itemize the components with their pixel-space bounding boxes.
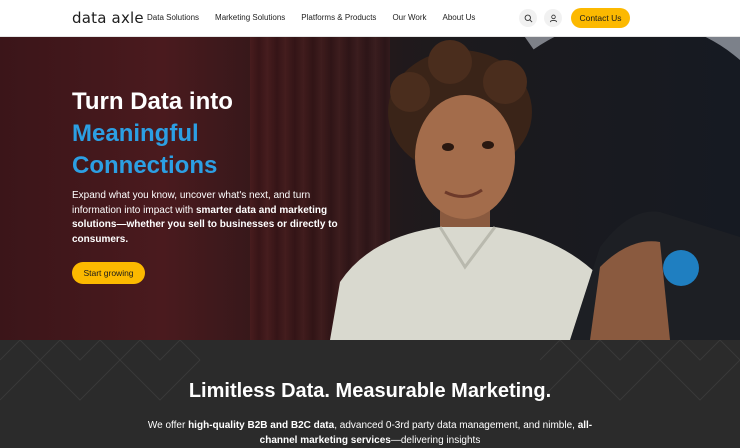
main-menu: Data Solutions Marketing Solutions Platf…: [147, 13, 475, 22]
menu-item-our-work[interactable]: Our Work: [392, 13, 426, 22]
section-title: Limitless Data. Measurable Marketing.: [188, 380, 552, 402]
menu-item-marketing-solutions[interactable]: Marketing Solutions: [215, 13, 285, 22]
logo[interactable]: data axle: [72, 9, 144, 27]
hero-section: Turn Data into Meaningful Connections Ex…: [0, 37, 740, 340]
section-description: We offer high-quality B2B and B2C data, …: [147, 420, 593, 446]
menu-item-platforms-products[interactable]: Platforms & Products: [301, 13, 376, 22]
top-nav: data axle Data Solutions Marketing Solut…: [0, 0, 740, 37]
accent-circle: [663, 250, 699, 286]
contact-us-button[interactable]: Contact Us: [571, 8, 630, 28]
start-growing-button[interactable]: Start growing: [72, 262, 145, 284]
user-icon: [549, 14, 557, 22]
menu-item-data-solutions[interactable]: Data Solutions: [147, 13, 199, 22]
search-button[interactable]: [519, 9, 537, 27]
value-prop-section: Limitless Data. Measurable Marketing. We…: [0, 340, 740, 448]
hero-photo: [330, 40, 740, 340]
hero-description: Expand what you know, uncover what's nex…: [72, 190, 338, 245]
menu-item-about-us[interactable]: About Us: [443, 13, 476, 22]
search-icon: [524, 14, 532, 22]
hero-title: Turn Data into Meaningful Connections: [72, 88, 233, 179]
account-button[interactable]: [544, 9, 562, 27]
